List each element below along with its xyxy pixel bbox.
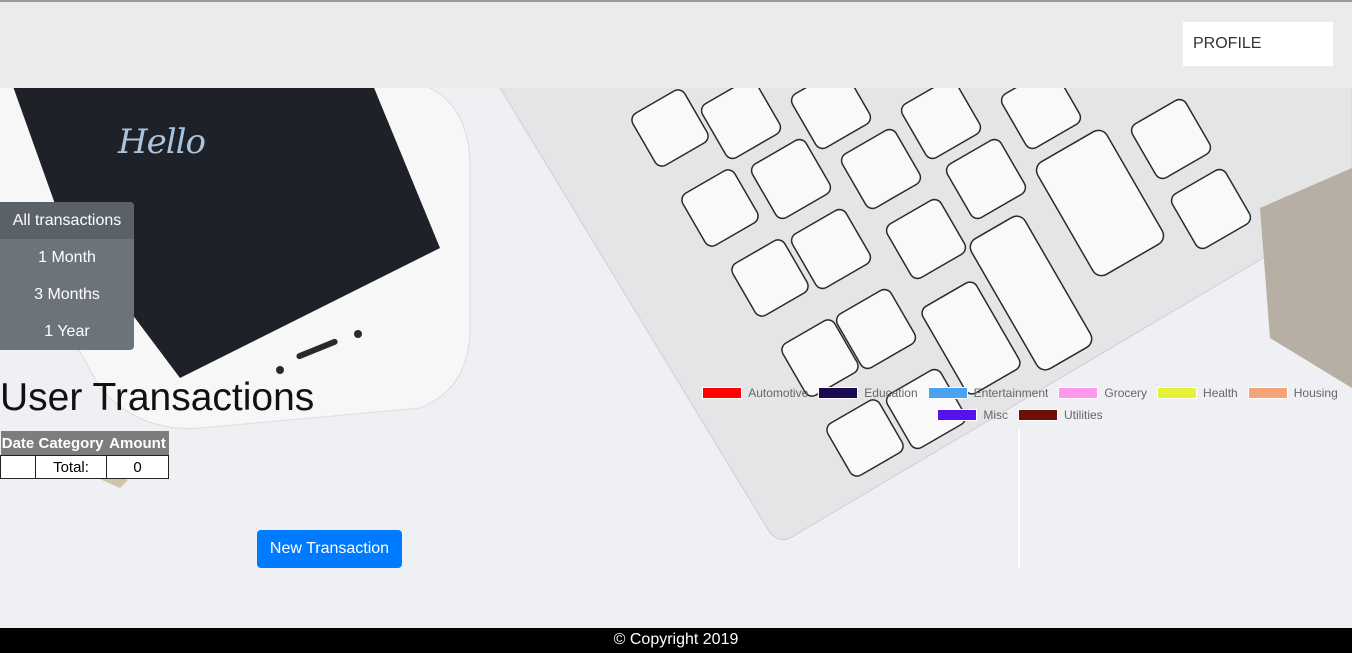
legend-item-education[interactable]: Education	[818, 386, 918, 400]
new-transaction-button[interactable]: New Transaction	[257, 530, 402, 568]
page-title: User Transactions	[0, 376, 315, 419]
total-row-empty-cell	[0, 455, 36, 479]
legend-label: Automotive	[748, 386, 809, 400]
filter-1-year[interactable]: 1 Year	[0, 313, 134, 350]
legend-item-housing[interactable]: Housing	[1247, 386, 1338, 400]
copyright-text: © Copyright 2019	[613, 631, 739, 648]
legend-label: Housing	[1293, 386, 1338, 400]
chart-axis-line	[1018, 430, 1020, 568]
chart-legend: Automotive Education Entertainment Groce…	[690, 382, 1350, 426]
legend-swatch	[927, 387, 968, 399]
hero-background-image	[0, 88, 1352, 628]
legend-swatch	[1247, 387, 1288, 399]
column-header-date[interactable]: Date	[0, 431, 36, 456]
legend-item-health[interactable]: Health	[1157, 386, 1238, 400]
hero-section: Hello All transactions 1 Month 3 Months …	[0, 88, 1352, 628]
filter-1-month[interactable]: 1 Month	[0, 239, 134, 276]
transactions-table: Date Category Amount Total: 0	[0, 431, 169, 479]
column-header-amount[interactable]: Amount	[106, 431, 169, 456]
filter-3-months[interactable]: 3 Months	[0, 276, 134, 313]
legend-swatch	[1018, 409, 1058, 421]
legend-label: Health	[1203, 386, 1238, 400]
table-header-row: Date Category Amount	[0, 431, 169, 456]
filter-all-transactions[interactable]: All transactions	[0, 202, 134, 239]
legend-item-utilities[interactable]: Utilities	[1018, 408, 1103, 422]
table-total-row: Total: 0	[0, 455, 169, 479]
legend-label: Entertainment	[973, 386, 1049, 400]
column-header-category[interactable]: Category	[35, 431, 107, 456]
filter-menu: All transactions 1 Month 3 Months 1 Year	[0, 202, 134, 350]
legend-swatch	[1157, 387, 1198, 399]
legend-item-grocery[interactable]: Grocery	[1058, 386, 1147, 400]
profile-button[interactable]: PROFILE	[1183, 22, 1333, 66]
legend-label: Grocery	[1104, 386, 1148, 400]
footer: © Copyright 2019	[0, 628, 1352, 653]
legend-swatch	[1058, 387, 1099, 399]
total-value: 0	[106, 455, 169, 479]
legend-label: Utilities	[1064, 408, 1103, 422]
legend-label: Misc	[983, 408, 1008, 422]
legend-label: Education	[864, 386, 918, 400]
legend-swatch	[702, 387, 743, 399]
total-label: Total:	[35, 455, 107, 479]
legend-item-automotive[interactable]: Automotive	[702, 386, 808, 400]
legend-item-entertainment[interactable]: Entertainment	[927, 386, 1049, 400]
legend-swatch	[937, 409, 978, 421]
navbar: PROFILE	[0, 2, 1352, 88]
greeting-text: Hello	[118, 122, 206, 162]
legend-swatch	[818, 387, 859, 399]
legend-item-misc[interactable]: Misc	[937, 408, 1008, 422]
